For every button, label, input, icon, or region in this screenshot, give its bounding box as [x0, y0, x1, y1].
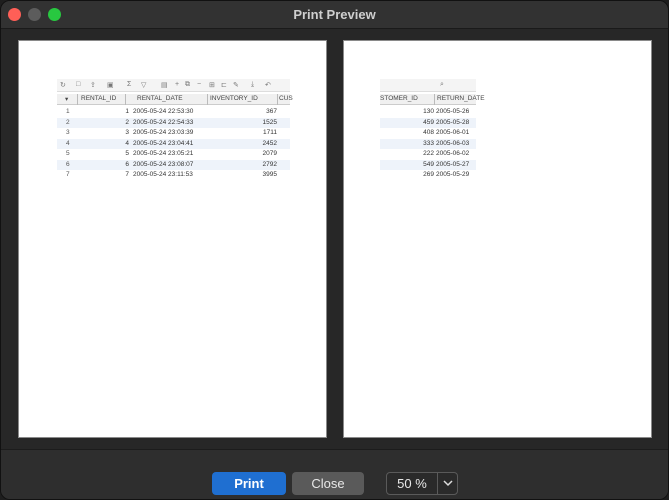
- rental-id-cell: 6: [125, 160, 129, 168]
- column-header-return-date: RETURN_DATE: [437, 95, 485, 102]
- customer-id-cell: 459: [423, 118, 434, 126]
- inventory-id-cell: 2452: [262, 139, 277, 147]
- refresh-icon: ↻: [60, 82, 66, 89]
- table-row: 1 1 2005-05-24 22:53:30 367: [57, 107, 290, 117]
- row-number: 7: [66, 171, 70, 178]
- inventory-id-cell: 2079: [262, 150, 277, 157]
- inventory-id-cell: 3995: [262, 171, 277, 178]
- customer-id-cell: 269: [423, 171, 434, 178]
- customer-id-cell: 130: [423, 108, 434, 115]
- row-number: 5: [66, 150, 70, 157]
- row-number: 6: [66, 160, 70, 168]
- rental-id-cell: 3: [125, 129, 129, 136]
- return-date-cell: 2005-05-29: [436, 171, 470, 178]
- return-date-cell: 2005-05-26: [436, 108, 470, 115]
- zoom-dropdown-toggle[interactable]: [437, 473, 458, 494]
- mini-toolbar: ↻ □ ⇪ ▣ Σ ▽ ▤ + ⧉ − ⊞ ⊏ ✎ ⤓ ↶: [57, 79, 290, 92]
- rental-date-cell: 2005-05-24 22:54:33: [133, 118, 194, 126]
- row-number: 4: [66, 139, 70, 147]
- customer-id-cell: 333: [423, 139, 434, 147]
- panel-icon: ▤: [161, 82, 168, 89]
- column-header-inventory-id: INVENTORY_ID: [210, 95, 258, 102]
- zoom-value: 50 %: [397, 476, 427, 491]
- inventory-id-cell: 1525: [262, 118, 277, 126]
- row-number: 1: [66, 108, 70, 115]
- table-row: 130 2005-05-26: [380, 107, 476, 117]
- undo-icon: ↶: [265, 82, 271, 89]
- row-number: 3: [66, 129, 70, 136]
- customer-id-cell: 222: [423, 150, 434, 157]
- export-icon: ⇪: [90, 82, 96, 89]
- rental-date-cell: 2005-05-24 23:05:21: [133, 150, 194, 157]
- return-date-cell: 2005-05-28: [436, 118, 470, 126]
- table-row: 222 2005-06-02: [380, 149, 476, 159]
- column-header-customer: CUS: [279, 95, 293, 102]
- table-row: 333 2005-06-03: [380, 138, 476, 149]
- rental-id-cell: 4: [125, 139, 129, 147]
- table-row: 3 3 2005-05-24 23:03:39 1711: [57, 128, 290, 138]
- return-date-cell: 2005-06-02: [436, 150, 470, 157]
- preview-area[interactable]: ↻ □ ⇪ ▣ Σ ▽ ▤ + ⧉ − ⊞ ⊏ ✎ ⤓ ↶ ▾ RENTAL_I…: [1, 29, 668, 449]
- filter-icon: ▽: [141, 82, 147, 89]
- customer-id-cell: 408: [423, 129, 434, 136]
- mini-toolbar-page2: ⌕: [380, 79, 476, 92]
- search-icon: ⌕: [440, 81, 444, 88]
- return-date-cell: 2005-06-01: [436, 129, 470, 136]
- table-row: 408 2005-06-01: [380, 128, 476, 138]
- preview-page-2: ⌕ STOMER_ID RETURN_DATE 130 2005-05-26 459…: [343, 40, 652, 438]
- table-row: 6 6 2005-05-24 23:08:07 2792: [57, 159, 290, 170]
- close-button[interactable]: Close: [292, 472, 364, 495]
- sum-icon: Σ: [127, 81, 132, 88]
- print-preview-window: Print Preview ↻ □ ⇪ ▣ Σ ▽ ▤ + ⧉ − ⊞ ⊏ ✎ …: [0, 0, 669, 500]
- title-bar: Print Preview: [1, 1, 668, 29]
- zoom-select[interactable]: 50 %: [386, 472, 458, 495]
- preview-page-1: ↻ □ ⇪ ▣ Σ ▽ ▤ + ⧉ − ⊞ ⊏ ✎ ⤓ ↶ ▾ RENTAL_I…: [18, 40, 327, 438]
- stop-icon: □: [76, 81, 81, 88]
- inventory-id-cell: 1711: [263, 129, 277, 136]
- rental-date-cell: 2005-05-24 23:11:53: [133, 171, 193, 178]
- customer-id-cell: 549: [423, 160, 434, 168]
- rental-date-cell: 2005-05-24 23:03:39: [133, 129, 194, 136]
- table-row: 7 7 2005-05-24 23:11:53 3995: [57, 170, 290, 180]
- return-date-cell: 2005-05-27: [436, 160, 470, 168]
- table-row: 2 2 2005-05-24 22:54:33 1525: [57, 117, 290, 128]
- rental-id-cell: 1: [125, 108, 129, 115]
- rental-date-cell: 2005-05-24 23:08:07: [133, 160, 194, 168]
- row-number: 2: [66, 118, 70, 126]
- inventory-id-cell: 367: [266, 108, 277, 115]
- rental-date-cell: 2005-05-24 23:04:41: [133, 139, 194, 147]
- rental-id-cell: 5: [125, 150, 129, 157]
- column-header-rental-id: RENTAL_ID: [81, 95, 117, 102]
- return-date-cell: 2005-06-03: [436, 139, 470, 147]
- column-header-rental-date: RENTAL_DATE: [137, 95, 183, 102]
- download-icon: ⤓: [251, 81, 255, 88]
- rental-id-cell: 2: [125, 118, 129, 126]
- table-row: 549 2005-05-27: [380, 159, 476, 170]
- chevron-down-icon: [443, 480, 453, 487]
- table-row: 459 2005-05-28: [380, 117, 476, 128]
- text-icon: ⊏: [221, 82, 227, 89]
- edit-icon: ✎: [233, 82, 239, 89]
- copy-row-icon: ⧉: [185, 81, 190, 88]
- table-row: 4 4 2005-05-24 23:04:41 2452: [57, 138, 290, 149]
- bottom-bar: Print Close 50 %: [1, 449, 668, 499]
- rental-id-cell: 7: [125, 171, 129, 178]
- window-title: Print Preview: [293, 7, 376, 22]
- grid-header: ▾ RENTAL_ID RENTAL_DATE INVENTORY_ID CUS: [57, 94, 293, 105]
- rownum-header: ▾: [65, 96, 69, 103]
- save-icon: ▣: [107, 82, 114, 89]
- inventory-id-cell: 2792: [262, 160, 277, 168]
- column-header-customer-id: STOMER_ID: [380, 95, 418, 102]
- delete-row-icon: −: [197, 81, 202, 88]
- table-row: 5 5 2005-05-24 23:05:21 2079: [57, 149, 290, 159]
- rental-date-cell: 2005-05-24 22:53:30: [133, 108, 194, 115]
- grid-header-page2: STOMER_ID RETURN_DATE: [380, 94, 485, 105]
- table-row: 269 2005-05-29: [380, 170, 476, 180]
- print-button[interactable]: Print: [212, 472, 286, 495]
- add-row-icon: +: [175, 81, 180, 88]
- grid-icon: ⊞: [209, 82, 215, 89]
